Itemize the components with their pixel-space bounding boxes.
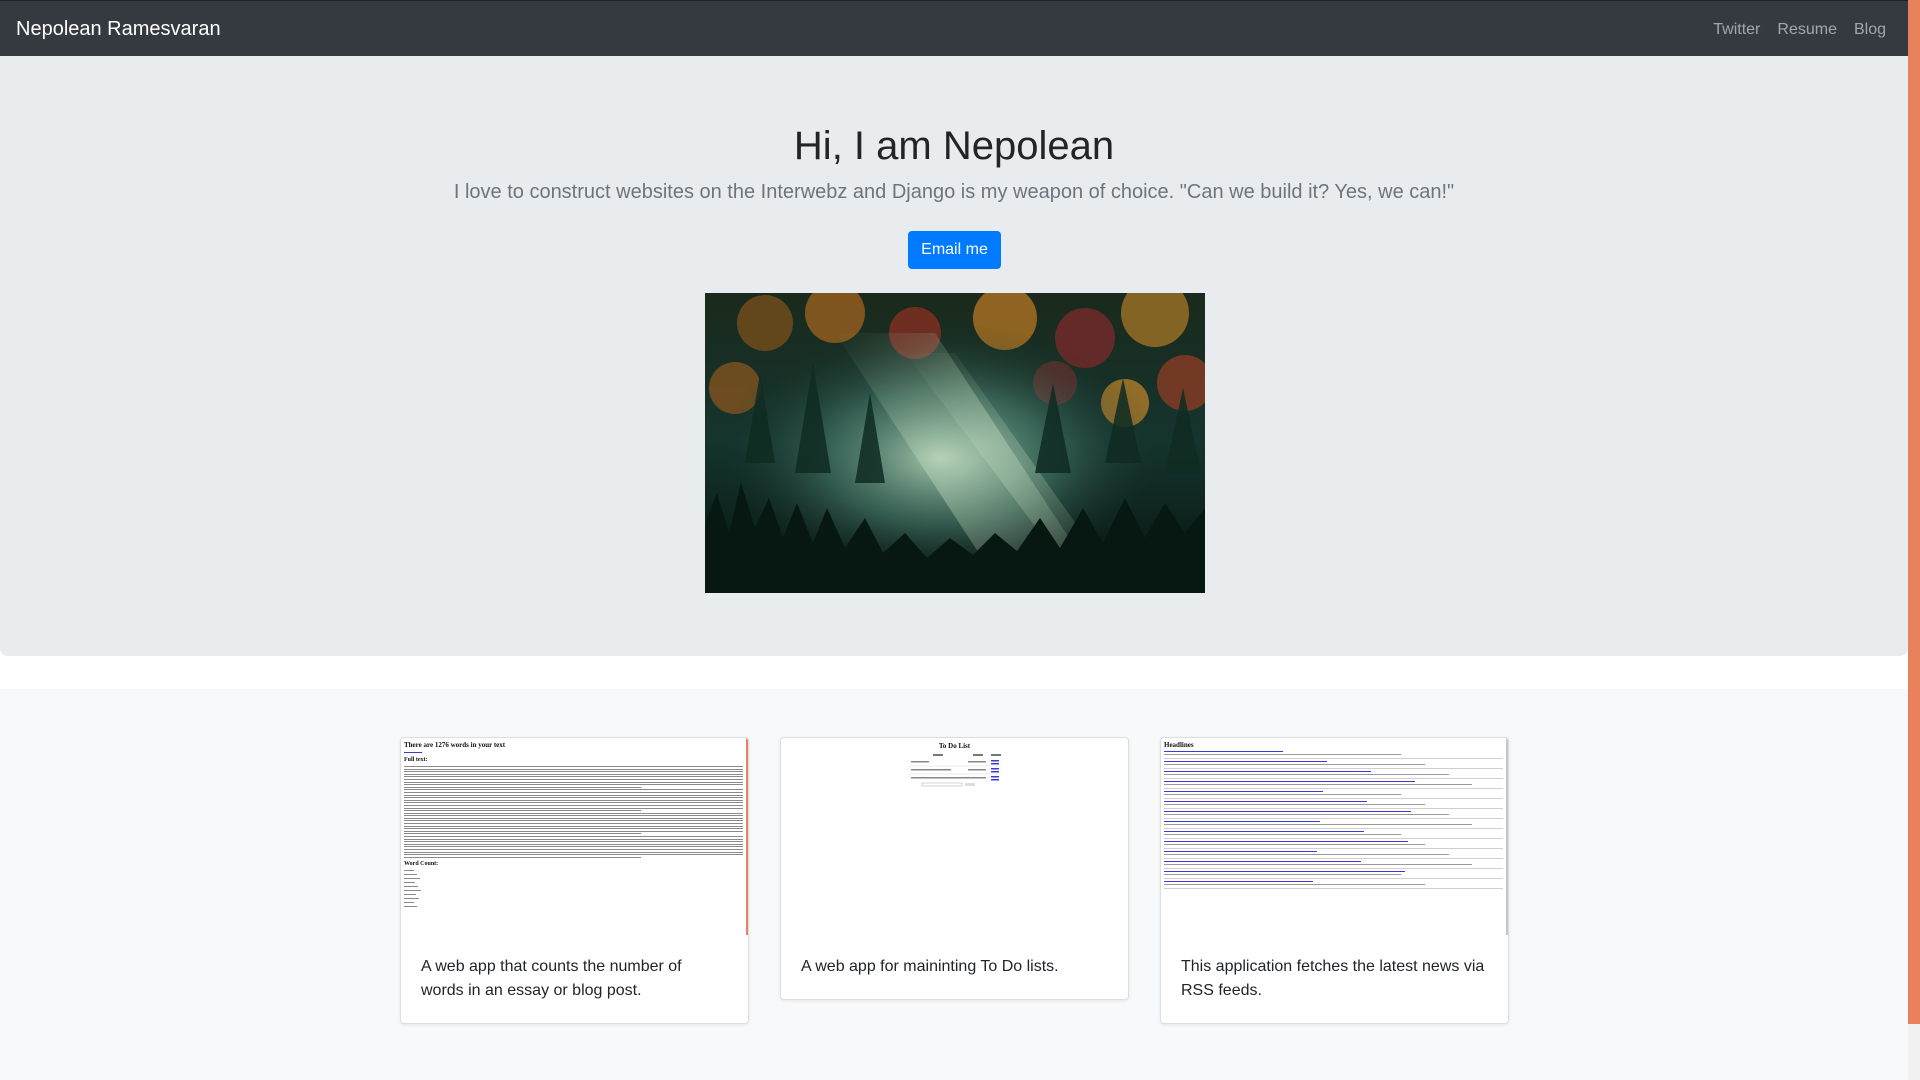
thumb-text-line [404, 797, 743, 799]
thumb-text-line [404, 841, 743, 843]
word-counter-thumbnail: There are 1276 words in your text Full t… [401, 738, 748, 935]
thumb-text-line [404, 833, 642, 835]
page: Nepolean Ramesvaran Twitter Resume Blog … [0, 0, 1908, 1080]
forest-illustration [705, 293, 1205, 593]
hero-lead: I love to construct websites on the Inte… [453, 181, 1455, 203]
thumb-text-line [404, 812, 743, 814]
thumb-news-row [1164, 819, 1503, 829]
thumb-text-line [404, 838, 743, 840]
nav-link-blog[interactable]: Blog [1854, 20, 1886, 40]
navbar-brand[interactable]: Nepolean Ramesvaran [16, 17, 221, 41]
thumb-news-row [1164, 799, 1503, 809]
thumb-text-line [404, 856, 642, 858]
thumb-news-row [1164, 809, 1503, 819]
thumb-text-line [404, 791, 743, 793]
project-card-news[interactable]: Headlines This application fetches the l… [1160, 737, 1509, 1024]
thumb-text-line [404, 766, 743, 767]
projects-section: There are 1276 words in your text Full t… [0, 689, 1908, 1080]
navbar: Nepolean Ramesvaran Twitter Resume Blog [0, 0, 1908, 56]
thumb-text-line [404, 817, 743, 819]
thumb-count-line [404, 881, 415, 883]
thumb-text-line [404, 851, 743, 853]
thumb-subheading: Word Count: [404, 860, 439, 867]
thumb-text-line [404, 799, 743, 801]
thumb-text-line [404, 794, 743, 796]
thumb-news-row [1164, 849, 1503, 859]
thumb-news-row [1164, 749, 1503, 759]
thumb-text-line [404, 825, 743, 827]
thumb-text-line [404, 768, 743, 770]
thumb-count-line [404, 869, 414, 871]
thumb-text-line [404, 786, 642, 788]
thumb-count-line [404, 885, 418, 887]
email-me-button[interactable]: Email me [908, 231, 1001, 269]
thumb-news-row [1164, 759, 1503, 769]
thumb-text-line [404, 846, 743, 848]
thumb-text-line [404, 773, 743, 775]
thumb-subheading: Full text: [404, 757, 428, 763]
thumb-text-line [404, 807, 743, 809]
card-description: A web app for maininting To Do lists. [801, 958, 1059, 975]
thumb-news-row [1164, 789, 1503, 799]
thumb-news-row [1164, 769, 1503, 779]
thumb-text-line [404, 823, 743, 825]
todo-table-preview [909, 754, 1003, 787]
thumb-news-row [1164, 829, 1503, 839]
thumb-text-line [404, 815, 743, 817]
project-card-todo[interactable]: To Do List A web app for maininting To D… [780, 737, 1129, 1000]
thumb-text-line [404, 830, 743, 832]
nav-link-twitter[interactable]: Twitter [1713, 20, 1760, 40]
hero-title: Hi, I am Nepolean [793, 124, 1115, 168]
news-thumbnail: Headlines [1161, 738, 1508, 935]
thumb-count-line [404, 905, 417, 907]
thumb-news-row [1164, 779, 1503, 789]
card-description: This application fetches the latest news… [1181, 958, 1485, 999]
page-scrollbar[interactable] [1908, 0, 1920, 1080]
thumb-count-line [404, 901, 414, 903]
project-card-word-counter[interactable]: There are 1276 words in your text Full t… [400, 737, 749, 1024]
thumb-text-line [404, 820, 743, 822]
nav-link-resume[interactable]: Resume [1777, 20, 1837, 40]
thumb-title: Headlines [1164, 741, 1194, 749]
thumb-text-line [404, 843, 743, 845]
thumb-count-line [404, 889, 421, 891]
thumb-text-line [404, 771, 743, 773]
thumb-text-line [404, 836, 743, 838]
thumb-text-line [404, 849, 743, 850]
thumb-news-row [1164, 879, 1503, 889]
thumb-count-line [404, 873, 417, 875]
thumb-text-line [404, 802, 743, 804]
hero-forest-image [705, 293, 1205, 593]
thumb-count-line [404, 893, 416, 895]
thumb-text-line [404, 854, 743, 856]
thumb-text-line [404, 810, 642, 812]
thumb-news-row [1164, 869, 1503, 879]
thumb-text-line [404, 778, 743, 780]
thumb-text-line [404, 776, 743, 778]
thumb-news-row [1164, 839, 1503, 849]
thumb-text-line [404, 804, 743, 806]
nav-links: Twitter Resume Blog [1713, 20, 1886, 40]
thumb-text-line [404, 828, 743, 830]
thumb-text-line [404, 789, 743, 791]
thumb-text-line [404, 781, 743, 783]
scrollbar-thumb[interactable] [1908, 0, 1920, 1024]
card-description: A web app that counts the number of word… [421, 958, 682, 999]
todo-thumbnail: To Do List [781, 738, 1128, 935]
thumb-news-row [1164, 859, 1503, 869]
thumb-text-line [404, 784, 743, 786]
hero-jumbotron: Hi, I am Nepolean I love to construct we… [0, 56, 1908, 656]
thumb-title: There are 1276 words in your text [404, 741, 506, 749]
thumb-count-line [404, 877, 420, 879]
thumb-count-line [404, 897, 419, 899]
